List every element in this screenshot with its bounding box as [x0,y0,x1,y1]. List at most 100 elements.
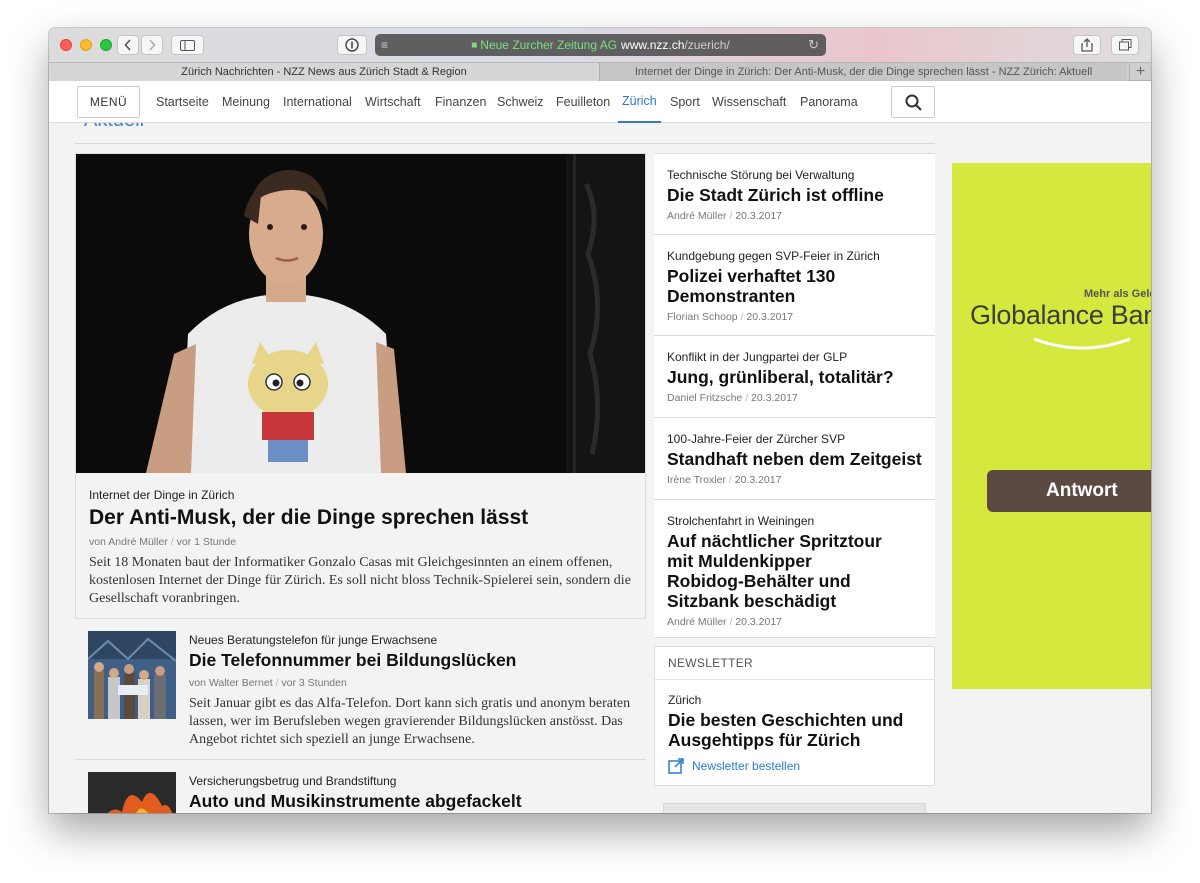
sub-article-author: von Walter Bernet [189,677,273,689]
sub-article-byline: von Walter Bernet / vor 3 Stunden [189,677,347,689]
main-navigation: MENÜ Startseite Meinung International Wi… [49,81,1151,123]
article-kicker: Kundgebung gegen SVP-Feier in Zürich [667,249,880,263]
article-date: 20.3.2017 [735,210,783,222]
newsletter-title: NEWSLETTER [668,656,754,670]
nav-item-international[interactable]: International [283,81,352,123]
lead-article-byline: von André Müller / vor 1 Stunde [89,536,237,548]
search-button[interactable] [891,86,935,118]
nav-item-zuerich[interactable]: Zürich [618,81,661,123]
menu-button[interactable]: MENÜ [77,86,140,118]
sub-article-thumbnail[interactable] [88,772,176,813]
ad-brand-logo: Globalance Bank [970,300,1151,330]
nav-item-schweiz[interactable]: Schweiz [497,81,544,123]
ad-button-label[interactable]: Antwort [1046,480,1118,502]
article-byline: André Müller / 20.3.2017 [667,210,783,222]
chevron-left-icon [124,39,131,51]
right-column-article[interactable]: Konflikt in der Jungpartei der GLP Jung,… [654,336,935,418]
address-bar[interactable]: ≡ ■ Neue Zurcher Zeitung AG www.nzz.ch/z… [375,34,826,56]
lock-icon: ■ [471,39,478,51]
lead-article-time: vor 1 Stunde [176,536,237,548]
lead-article-headline[interactable]: Der Anti-Musk, der die Dinge sprechen lä… [89,506,632,530]
sub-article-headline[interactable]: Die Telefonnummer bei Bildungslücken [189,650,633,671]
article-kicker: Technische Störung bei Verwaltung [667,168,855,182]
right-column-article[interactable]: Strolchenfahrt in Weiningen Auf nächtlic… [654,500,935,638]
article-byline: Florian Schoop / 20.3.2017 [667,311,794,323]
lead-article[interactable]: Internet der Dinge in Zürich Der Anti-Mu… [75,153,646,619]
article-headline[interactable]: Polizei verhaftet 130 Demonstranten [667,266,867,306]
zoom-window-button[interactable] [100,39,112,51]
tab-zuerich-nachrichten[interactable]: Zürich Nachrichten - NZZ News aus Zürich… [49,63,600,81]
advertisement[interactable]: Mehr als Geld Globalance Bank Antwort [952,163,1151,689]
article-image-placeholder[interactable] [663,803,926,813]
article-date: 20.3.2017 [735,616,783,628]
page-content: Aktuell MENÜ Startseite Meinung Internat… [49,81,1151,813]
nav-item-startseite[interactable]: Startseite [156,81,209,123]
share-icon [1081,38,1093,52]
article-author: André Müller [667,616,727,628]
title-bar: ≡ ■ Neue Zurcher Zeitung AG www.nzz.ch/z… [49,28,1151,62]
nav-item-wirtschaft[interactable]: Wirtschaft [365,81,421,123]
back-button[interactable] [117,35,139,55]
nav-item-meinung[interactable]: Meinung [222,81,270,123]
sidebar-button[interactable] [171,35,204,55]
article-headline[interactable]: Jung, grünliberal, totalitär? [667,367,922,387]
nav-item-panorama[interactable]: Panorama [800,81,858,123]
new-tab-button[interactable]: + [1129,63,1151,81]
share-button[interactable] [1073,35,1101,55]
article-byline: Irène Troxler / 20.3.2017 [667,474,782,486]
ad-answer-button[interactable]: Antwort [987,470,1151,512]
article-kicker: Strolchenfahrt in Weiningen [667,514,815,528]
crowd-photo [88,631,176,719]
forward-button[interactable] [141,35,163,55]
article-byline: André Müller / 20.3.2017 [667,616,783,628]
tabs-overview-button[interactable] [1111,35,1139,55]
nav-item-wissenschaft[interactable]: Wissenschaft [712,81,786,123]
sub-article-thumbnail[interactable] [88,631,176,719]
newsletter-box: NEWSLETTER Zürich Die besten Geschichten… [654,646,935,786]
article-author: Daniel Fritzsche [667,392,743,404]
lead-article-kicker: Internet der Dinge in Zürich [89,488,235,502]
article-headline[interactable]: Standhaft neben dem Zeitgeist [667,449,922,469]
tabs-icon [1118,39,1131,51]
newsletter-kicker: Zürich [668,693,702,707]
tab-anti-musk-article[interactable]: Internet der Dinge in Zürich: Der Anti-M… [600,63,1127,81]
sub-article-lede: Seit Januar gibt es das Alfa-Telefon. Do… [189,696,631,747]
newsletter-link-label[interactable]: Newsletter bestellen [692,759,800,773]
sub-article-kicker: Versicherungsbetrug und Brandstiftung [189,774,397,788]
right-column-article[interactable]: Kundgebung gegen SVP-Feier in Zürich Pol… [654,235,935,336]
lead-article-lede: Seit 18 Monaten baut der Informatiker Go… [89,555,631,606]
article-author: André Müller [667,210,727,222]
right-column-article[interactable]: Technische Störung bei Verwaltung Die St… [654,153,935,235]
ad-swoosh-icon [1033,337,1131,350]
sub-article[interactable]: Neues Beratungstelefon für junge Erwachs… [75,619,646,760]
newsletter-subscribe-link[interactable]: Newsletter bestellen [668,758,908,774]
lead-article-photo[interactable] [76,154,645,473]
sub-article[interactable]: Versicherungsbetrug und Brandstiftung Au… [75,760,646,813]
sub-article-time: vor 3 Stunden [281,677,347,689]
article-headline[interactable]: Auf nächtlicher Spritztour mit Muldenkip… [667,531,892,611]
article-author: Irène Troxler [667,474,726,486]
nav-item-sport[interactable]: Sport [670,81,700,123]
section-divider [75,143,935,144]
newsletter-headline: Die besten Geschichten und Ausgehtipps f… [668,710,904,750]
browser-window: ≡ ■ Neue Zurcher Zeitung AG www.nzz.ch/z… [49,28,1151,813]
ev-certificate-name: Neue Zurcher Zeitung AG [480,38,618,52]
privacy-button[interactable] [337,35,367,55]
url-path: /zuerich/ [684,38,730,52]
close-window-button[interactable] [60,39,72,51]
article-kicker: 100-Jahre-Feier der Zürcher SVP [667,432,846,446]
tab-bar: Zürich Nachrichten - NZZ News aus Zürich… [49,62,1151,81]
minimize-window-button[interactable] [80,39,92,51]
fire-photo [88,772,176,813]
article-kicker: Konflikt in der Jungpartei der GLP [667,350,848,364]
reader-icon[interactable]: ≡ [381,38,388,52]
sub-article-headline[interactable]: Auto und Musikinstrumente abgefackelt [189,791,633,812]
article-headline[interactable]: Die Stadt Zürich ist offline [667,185,922,205]
article-date: 20.3.2017 [751,392,798,404]
nav-item-finanzen[interactable]: Finanzen [435,81,486,123]
right-column-article[interactable]: 100-Jahre-Feier der Zürcher SVP Standhaf… [654,418,935,500]
url-host: www.nzz.ch [621,38,685,52]
reload-icon[interactable]: ↻ [808,37,819,53]
sidebar-icon [180,39,195,51]
nav-item-feuilleton[interactable]: Feuilleton [556,81,610,123]
